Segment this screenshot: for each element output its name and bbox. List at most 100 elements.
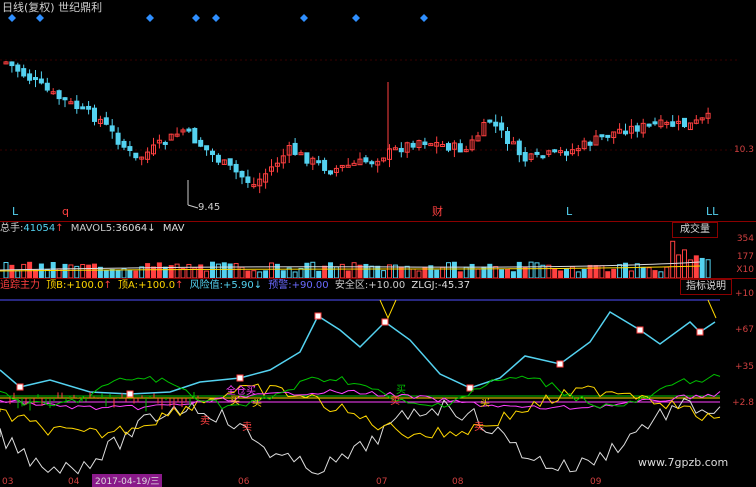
volume-bar-chart xyxy=(0,240,711,278)
candle-body xyxy=(198,139,204,147)
volume-bar xyxy=(127,269,133,278)
price-candlestick-chart[interactable] xyxy=(0,0,756,222)
candle-body xyxy=(204,145,210,151)
candle-body xyxy=(316,160,322,164)
candle-body xyxy=(27,73,33,81)
candle-body xyxy=(670,121,676,127)
candle-body xyxy=(304,152,310,164)
volume-bar xyxy=(558,270,564,278)
indicator-axis-label-2: +67 xyxy=(735,325,754,335)
volume-bar xyxy=(345,270,351,278)
event-marker-l3[interactable]: LL xyxy=(706,206,718,218)
candle-body xyxy=(192,127,198,144)
zlgj-value: -45.37 xyxy=(437,280,471,291)
signal-dot xyxy=(466,384,474,392)
buy-signal: 买 xyxy=(252,398,262,409)
volume-bar xyxy=(446,262,451,278)
candle-body xyxy=(109,125,115,132)
candle-body xyxy=(410,142,416,148)
oscillator-line xyxy=(0,398,721,475)
candle-body xyxy=(505,131,510,144)
candle-body xyxy=(186,128,192,132)
volume-bar xyxy=(86,264,92,278)
warn-label: 预警: xyxy=(268,280,292,291)
candle-body xyxy=(564,151,569,156)
x-axis-label: 08 xyxy=(452,477,464,487)
indicator-header: 追踪主力 顶B:+100.0↑ 顶A:+100.0↑ 风险值:+5.90↓ 预警… xyxy=(0,280,470,292)
candle-body xyxy=(422,141,428,146)
volume-bar xyxy=(628,270,634,278)
volume-bar xyxy=(664,266,670,278)
candle-body xyxy=(233,163,239,173)
volume-bar xyxy=(103,270,109,278)
volume-bar xyxy=(682,249,687,278)
volume-bar xyxy=(115,269,121,278)
x-axis-label: 09 xyxy=(590,477,602,487)
volume-bar xyxy=(251,270,257,278)
volume-bar xyxy=(434,269,440,278)
volume-bar xyxy=(210,261,215,278)
candle-body xyxy=(62,97,68,101)
event-marker-finance[interactable]: 财 xyxy=(432,206,443,218)
sell-signal: 卖 xyxy=(200,416,210,427)
price-axis-label: 10.3 xyxy=(733,145,754,155)
candle-body xyxy=(457,143,463,153)
event-marker-q[interactable]: q xyxy=(62,206,69,218)
event-diamond-icon xyxy=(212,14,220,22)
event-diamond-icon xyxy=(300,14,308,22)
volume-bar xyxy=(186,263,192,278)
volume-axis-label-top: 354 xyxy=(736,234,754,244)
low-marker-pointer xyxy=(187,204,199,209)
candle-body xyxy=(587,141,593,146)
volume-bar xyxy=(646,267,652,278)
candle-body xyxy=(634,125,640,132)
volume-bar xyxy=(15,270,21,278)
top-a-value: +100.0 xyxy=(138,280,176,291)
candle-body xyxy=(534,151,540,155)
volume-bar xyxy=(552,268,558,278)
event-marker-l1[interactable]: L xyxy=(12,206,18,218)
volume-header: 总手:41054↑ MAVOL5:36064↓ MAV xyxy=(0,223,185,235)
volume-bar xyxy=(404,265,410,278)
zlgj-label: ZLGJ: xyxy=(411,280,438,291)
volume-bar xyxy=(505,268,510,278)
volume-bar xyxy=(528,261,534,278)
signal-dot xyxy=(236,374,244,382)
mavol5-value: 36064 xyxy=(115,223,148,234)
volume-bar xyxy=(617,264,623,278)
candle-body xyxy=(44,82,50,91)
tracking-main-force-line xyxy=(0,310,716,395)
volume-bar xyxy=(670,240,676,278)
total-volume-label: 总手: xyxy=(0,223,24,234)
volume-bar xyxy=(375,265,381,278)
candle-body xyxy=(398,147,404,153)
sell-signal: 卖 xyxy=(390,396,400,407)
signal-dot xyxy=(314,312,322,320)
signal-dot xyxy=(696,328,704,336)
up-arrow-icon: ↑ xyxy=(55,223,64,234)
volume-bar xyxy=(62,263,68,278)
candle-body xyxy=(21,68,27,77)
candle-body xyxy=(86,105,92,110)
volume-bar xyxy=(162,266,168,278)
signal-dot xyxy=(126,390,134,398)
volume-bar xyxy=(221,262,227,278)
candle-body xyxy=(292,142,298,155)
candle-body xyxy=(552,149,558,153)
volume-bar xyxy=(245,270,251,278)
candle-body xyxy=(162,141,168,145)
candle-body xyxy=(682,117,687,128)
x-axis-label: 04 xyxy=(68,477,80,487)
x-axis-current-date[interactable]: 2017-04-19/三 xyxy=(92,474,163,487)
volume-bar xyxy=(304,262,310,278)
event-marker-l2[interactable]: L xyxy=(566,206,572,218)
x-axis-label: 07 xyxy=(376,477,388,487)
volume-bar xyxy=(316,270,322,278)
candle-body xyxy=(487,119,493,123)
sell-signal: 卖 xyxy=(474,422,484,433)
up-arrow-icon: ↑ xyxy=(175,280,184,291)
volume-bar xyxy=(634,263,640,278)
risk-label: 风险值: xyxy=(189,280,224,291)
volume-bar xyxy=(27,261,33,278)
candle-body xyxy=(133,152,139,159)
